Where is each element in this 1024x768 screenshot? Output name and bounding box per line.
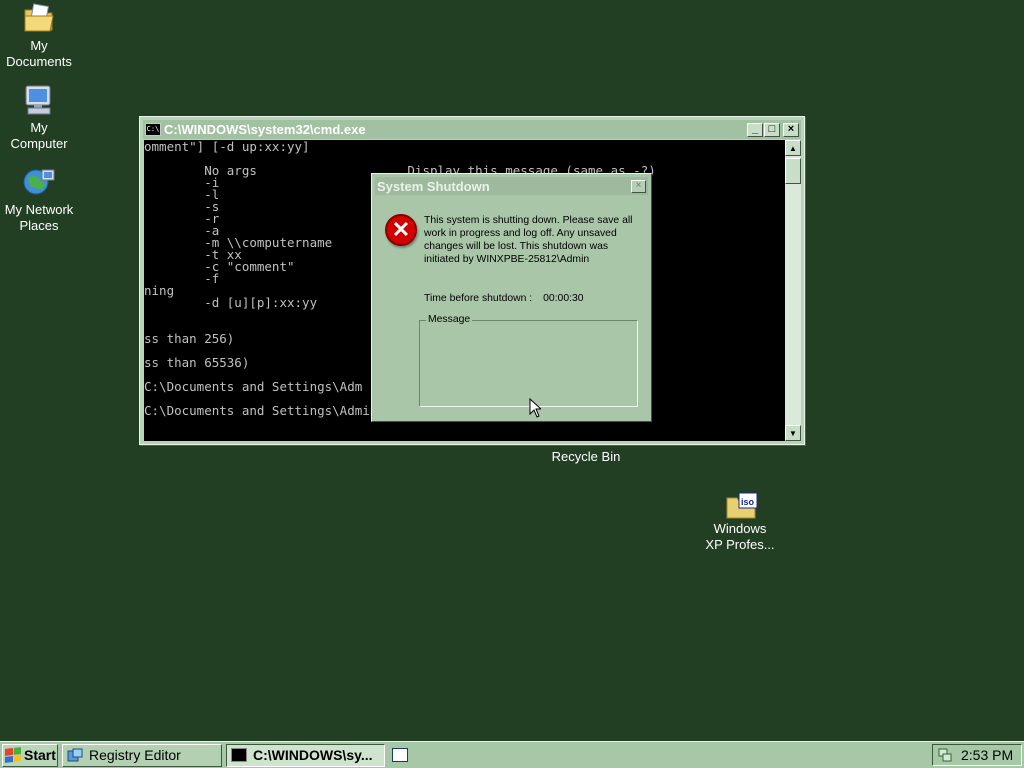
taskbar: Start Registry Editor C:\WINDOWS\sy... 2… — [0, 741, 1024, 768]
my-computer-icon — [22, 84, 56, 116]
clock[interactable]: 2:53 PM — [961, 747, 1013, 763]
desktop-icon-my-computer[interactable]: My Computer — [0, 84, 78, 152]
dialog-titlebar[interactable]: System Shutdown × — [375, 177, 648, 195]
scrollbar-thumb[interactable] — [785, 158, 801, 184]
desktop-icon-iso-file[interactable]: iso Windows XP Profes... — [700, 492, 780, 553]
desktop-icon-label: My Computer — [10, 120, 68, 151]
scroll-down-arrow-icon[interactable]: ▼ — [785, 425, 801, 441]
desktop-icon-recycle-bin[interactable]: Recycle Bin — [546, 449, 626, 464]
shutdown-dialog[interactable]: System Shutdown × ✕ This system is shutt… — [371, 173, 652, 422]
vertical-scrollbar[interactable]: ▲ ▼ — [785, 140, 801, 441]
registry-editor-icon — [67, 748, 83, 762]
cmd-titlebar[interactable]: C:\ C:\WINDOWS\system32\cmd.exe _ □ × — [143, 120, 801, 139]
network-tray-icon[interactable] — [937, 747, 953, 763]
error-icon: ✕ — [385, 214, 417, 246]
message-group-label: Message — [426, 314, 473, 325]
minimize-button[interactable]: _ — [747, 122, 763, 137]
dialog-title: System Shutdown — [377, 178, 490, 194]
desktop-icon-label: My Documents — [6, 38, 72, 69]
desktop-icon-label: Windows XP Profes... — [705, 521, 775, 552]
countdown-label: Time before shutdown : — [424, 293, 533, 304]
maximize-button[interactable]: □ — [764, 122, 780, 137]
task-label: C:\WINDOWS\sy... — [253, 747, 373, 763]
countdown: Time before shutdown : 00:00:30 — [424, 293, 584, 304]
windows-logo-icon — [5, 747, 21, 763]
scroll-up-arrow-icon[interactable]: ▲ — [785, 140, 801, 156]
minimize-icon: _ — [751, 123, 759, 135]
start-button[interactable]: Start — [2, 743, 58, 767]
desktop-icon-label: My Network Places — [4, 202, 74, 233]
shutdown-message: This system is shutting down. Please sav… — [424, 215, 633, 265]
network-places-icon — [22, 166, 56, 198]
desktop-icon-my-documents[interactable]: My Documents — [0, 2, 78, 70]
my-documents-icon — [22, 2, 56, 34]
message-groupbox: Message — [419, 314, 638, 407]
countdown-value: 00:00:30 — [543, 293, 584, 304]
iso-badge: iso — [741, 497, 755, 507]
mouse-cursor-icon — [529, 398, 541, 418]
cmd-icon: C:\ — [145, 123, 161, 136]
system-tray: 2:53 PM — [932, 744, 1022, 766]
desktop-icon-network-places[interactable]: My Network Places — [0, 166, 78, 234]
taskbar-item-cmd[interactable]: C:\WINDOWS\sy... — [226, 743, 385, 767]
task-label: Registry Editor — [89, 747, 181, 763]
taskbar-item-registry-editor[interactable]: Registry Editor — [62, 743, 222, 767]
close-button[interactable]: × — [783, 122, 799, 137]
start-label: Start — [24, 747, 56, 763]
maximize-icon: □ — [768, 123, 776, 135]
cmd-icon — [231, 748, 247, 762]
window-title: C:\WINDOWS\system32\cmd.exe — [164, 122, 366, 137]
show-desktop-icon[interactable] — [392, 748, 408, 762]
close-icon: × — [635, 179, 642, 191]
dialog-close-button[interactable]: × — [631, 179, 646, 193]
close-icon: × — [787, 123, 795, 135]
iso-file-icon: iso — [725, 492, 758, 519]
